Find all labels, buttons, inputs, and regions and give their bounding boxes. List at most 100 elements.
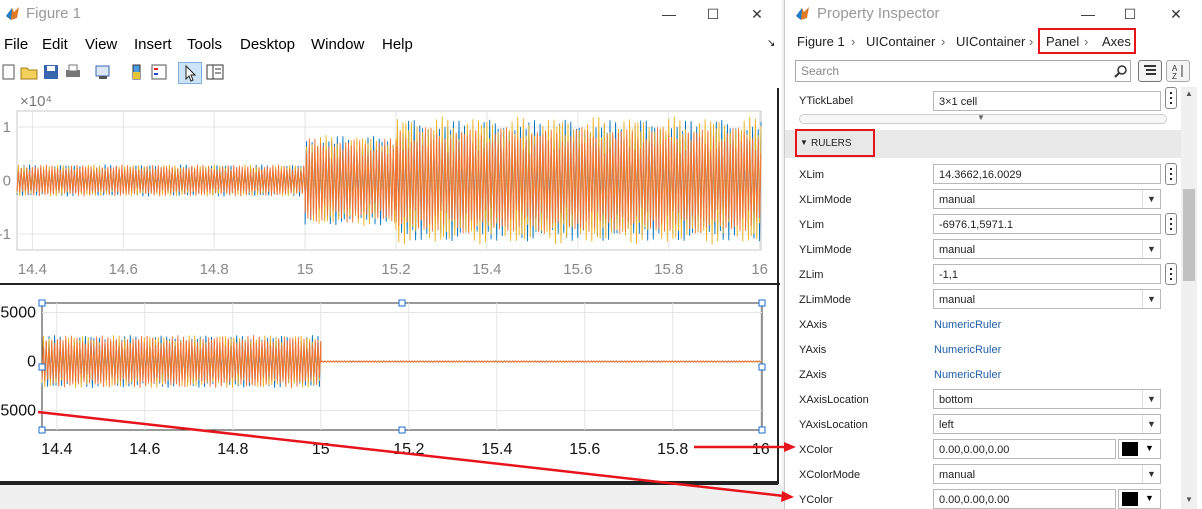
dropdown-ylimmode[interactable]: manual ▼	[933, 239, 1161, 259]
dropdown-value: bottom	[939, 394, 973, 406]
property-inspector-window: Property Inspector — ☐ ✕ Figure 1 › UICo…	[784, 0, 1202, 509]
ytick-label: 0	[3, 173, 11, 190]
menu-edit[interactable]: Edit	[42, 36, 68, 53]
dropdown-xlimmode[interactable]: manual ▼	[933, 189, 1161, 209]
menu-desktop[interactable]: Desktop	[240, 36, 295, 53]
color-swatch	[1122, 492, 1138, 506]
dock-arrow-icon[interactable]: ↘	[767, 38, 775, 49]
ylim-more-button[interactable]	[1165, 213, 1177, 235]
open-property-inspector-icon[interactable]	[206, 63, 224, 81]
selection-handle[interactable]	[38, 363, 46, 371]
scroll-up-icon[interactable]: ▲	[1185, 89, 1193, 98]
link-zaxis[interactable]: NumericRuler	[934, 369, 1001, 381]
bottom-axes[interactable]: 14.4 14.6 14.8 15 15.2 15.4 15.6 15.8 16 5000 0 -5…	[0, 299, 770, 458]
print-icon[interactable]	[64, 63, 82, 81]
chevron-down-icon: ▼	[977, 113, 985, 122]
link-plot-icon[interactable]	[94, 63, 112, 81]
prop-value-ylim[interactable]: -6976.1,5971.1	[933, 214, 1161, 234]
chevron-down-icon: ▼	[1142, 415, 1160, 433]
prop-label-xcolormode: XColorMode	[799, 469, 861, 481]
menu-view[interactable]: View	[85, 36, 117, 53]
selection-handle[interactable]	[398, 299, 406, 307]
close-button[interactable]: ✕	[746, 4, 768, 24]
menu-window[interactable]: Window	[311, 36, 364, 53]
prop-label-ylimmode: YLimMode	[799, 244, 852, 256]
prop-value-yticklabel[interactable]: 3×1 cell	[933, 91, 1161, 111]
breadcrumb-separator: ›	[941, 34, 946, 49]
dropdown-xaxislocation[interactable]: bottom ▼	[933, 389, 1161, 409]
xtick-label: 15.4	[472, 261, 501, 278]
list-group-icon	[1144, 65, 1156, 75]
menu-file[interactable]: File	[4, 36, 28, 53]
inspector-maximize-button[interactable]: ☐	[1119, 4, 1141, 24]
dropdown-xcolormode[interactable]: manual ▼	[933, 464, 1161, 484]
menu-help[interactable]: Help	[382, 36, 413, 53]
xtick-label: 15.8	[657, 441, 688, 458]
save-icon[interactable]	[42, 63, 60, 81]
xlim-more-button[interactable]	[1165, 163, 1177, 185]
dropdown-value: manual	[939, 244, 976, 256]
color-picker-xcolor[interactable]: ▼	[1118, 439, 1161, 459]
ytick-label: 1	[3, 119, 11, 136]
scrollbar[interactable]: ▲ ▼	[1181, 87, 1197, 509]
sort-alpha-icon: AZ	[1172, 64, 1183, 81]
svg-text:Z: Z	[1172, 72, 1177, 81]
selection-handle[interactable]	[758, 363, 766, 371]
insert-colorbar-icon[interactable]	[128, 63, 146, 81]
link-yaxis[interactable]: NumericRuler	[934, 344, 1001, 356]
prop-value-ycolor[interactable]: 0.00,0.00,0.00	[933, 489, 1116, 509]
selection-handle[interactable]	[38, 299, 46, 307]
breadcrumb-separator: ›	[1029, 34, 1034, 49]
zlim-more-button[interactable]	[1165, 263, 1177, 285]
minimize-button[interactable]: —	[658, 4, 680, 24]
prop-label-yaxis: YAxis	[799, 344, 827, 356]
xtick-label: 14.6	[129, 441, 160, 458]
breadcrumb-uicontainer-2[interactable]: UIContainer	[956, 34, 1025, 49]
plot-panel: ×10⁴ 14.4 14.6 14.8 15 15.2 15.4 15.6 15.8 16 1 0…	[0, 88, 780, 484]
chevron-down-icon: ▼	[1142, 190, 1160, 208]
menu-tools[interactable]: Tools	[187, 36, 222, 53]
breadcrumb-uicontainer-1[interactable]: UIContainer	[866, 34, 935, 49]
figure-titlebar[interactable]: Figure 1 — ☐ ✕	[0, 0, 782, 28]
dropdown-zlimmode[interactable]: manual ▼	[933, 289, 1161, 309]
scroll-down-icon[interactable]: ▼	[1185, 495, 1193, 504]
scrollbar-thumb[interactable]	[1183, 189, 1195, 281]
selection-handle[interactable]	[758, 299, 766, 307]
ytick-label: 5000	[0, 305, 36, 322]
prop-value-zlim[interactable]: -1,1	[933, 264, 1161, 284]
chevron-down-icon: ▼	[1142, 240, 1160, 258]
yticklabel-more-button[interactable]	[1165, 87, 1177, 109]
prop-value-xcolor[interactable]: 0.00,0.00,0.00	[933, 439, 1116, 459]
link-xaxis[interactable]: NumericRuler	[934, 319, 1001, 331]
inspector-minimize-button[interactable]: —	[1077, 4, 1099, 24]
xtick-label: 16	[751, 261, 768, 278]
selection-handle[interactable]	[38, 426, 46, 434]
bottom-ytick-labels: 5000 0 -5000	[0, 305, 36, 420]
top-axes[interactable]: ×10⁴ 14.4 14.6 14.8 15 15.2 15.4 15.6 15.8 16 1 0…	[0, 93, 768, 278]
dropdown-yaxislocation[interactable]: left ▼	[933, 414, 1161, 434]
insert-legend-icon[interactable]	[150, 63, 168, 81]
selection-handle[interactable]	[398, 426, 406, 434]
breadcrumb-figure[interactable]: Figure 1	[797, 34, 845, 49]
prop-label-ycolor: YColor	[799, 494, 833, 506]
search-icon[interactable]	[1114, 64, 1128, 78]
group-view-button[interactable]	[1138, 60, 1162, 82]
collapse-bar[interactable]: ▼	[799, 113, 1167, 124]
prop-value-xlim[interactable]: 14.3662,16.0029	[933, 164, 1161, 184]
prop-label-ylim: YLim	[799, 219, 825, 231]
highlight-rulers-box	[795, 129, 875, 157]
open-file-icon[interactable]	[20, 63, 38, 81]
sort-alpha-button[interactable]: AZ	[1166, 60, 1190, 82]
color-picker-ycolor[interactable]: ▼	[1118, 489, 1161, 509]
prop-label-yticklabel: YTickLabel	[799, 95, 854, 107]
menu-insert[interactable]: Insert	[134, 36, 172, 53]
selection-handle[interactable]	[758, 426, 766, 434]
xtick-label: 15.4	[481, 441, 512, 458]
inspector-close-button[interactable]: ✕	[1165, 4, 1187, 24]
maximize-button[interactable]: ☐	[702, 4, 724, 24]
new-figure-icon[interactable]	[0, 63, 18, 81]
chevron-down-icon: ▼	[1142, 465, 1160, 483]
edit-plot-toggle[interactable]	[178, 62, 202, 84]
chevron-down-icon: ▼	[1142, 290, 1160, 308]
search-input[interactable]: Search	[795, 60, 1131, 82]
